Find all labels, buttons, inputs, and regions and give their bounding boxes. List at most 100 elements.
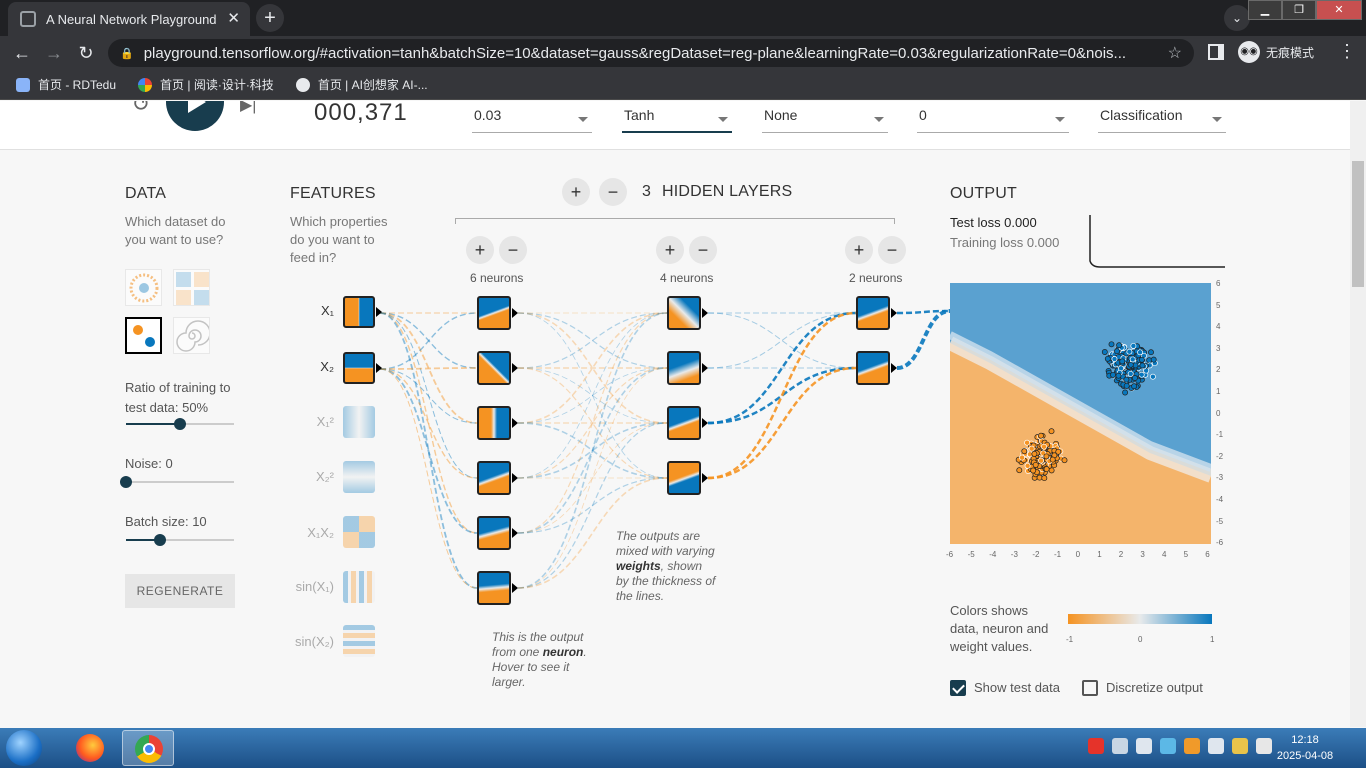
incognito-indicator[interactable]: ◉◉ 无痕模式 <box>1238 41 1314 63</box>
app-tray-icon[interactable] <box>1184 738 1200 754</box>
feature-sin-x2-box[interactable] <box>343 625 375 657</box>
feature-x2-box[interactable] <box>343 352 375 384</box>
taskbar-firefox[interactable] <box>64 730 116 766</box>
neuron-l2-3[interactable] <box>667 406 701 440</box>
weight-link[interactable] <box>707 311 857 480</box>
data-point <box>1129 356 1136 363</box>
weight-link[interactable] <box>379 368 478 424</box>
remove-layer-button[interactable]: − <box>599 178 627 206</box>
weight-link[interactable] <box>379 312 478 370</box>
discretize-output-checkbox[interactable] <box>1082 680 1098 696</box>
weight-link[interactable] <box>379 368 478 479</box>
browser-tab[interactable]: A Neural Network Playground ✕ <box>8 2 250 36</box>
address-bar[interactable]: 🔒 playground.tensorflow.org/#activation=… <box>108 39 1194 67</box>
show-test-data-label[interactable]: Show test data <box>974 680 1060 695</box>
x-tick-label: -3 <box>1010 550 1018 559</box>
loss-curve <box>1089 215 1225 268</box>
app-tray-icon[interactable] <box>1232 738 1248 754</box>
remove-neuron-button[interactable]: − <box>689 236 717 264</box>
remove-neuron-button[interactable]: − <box>499 236 527 264</box>
neuron-l1-1[interactable] <box>477 296 511 330</box>
add-neuron-button[interactable]: + <box>845 236 873 264</box>
neuron-port <box>702 308 708 318</box>
minimize-button[interactable]: ▁ <box>1248 0 1282 20</box>
neuron-l1-5[interactable] <box>477 516 511 550</box>
weight-link[interactable] <box>707 312 857 369</box>
data-point <box>1139 362 1146 369</box>
forward-arrow-icon[interactable]: → <box>42 41 66 65</box>
neuron-l2-4[interactable] <box>667 461 701 495</box>
scrollbar-thumb[interactable] <box>1352 161 1364 287</box>
weights-note-bold: weights <box>616 559 661 573</box>
window-close-button[interactable]: ✕ <box>1316 0 1362 20</box>
sogou-input-icon[interactable] <box>1088 738 1104 754</box>
bookmark-item[interactable]: 首页 | AI创想家 AI-... <box>295 76 428 93</box>
neuron-l3-2[interactable] <box>856 351 890 385</box>
neuron-port <box>512 418 518 428</box>
side-panel-icon[interactable] <box>1208 44 1224 60</box>
neuron-l1-2[interactable] <box>477 351 511 385</box>
system-clock[interactable]: 12:18 2025-04-08 <box>1270 732 1340 764</box>
feature-x2-squared-box[interactable] <box>343 461 375 493</box>
feature-x1-squared-box[interactable] <box>343 406 375 438</box>
weight-link[interactable] <box>379 367 478 370</box>
add-neuron-button[interactable]: + <box>466 236 494 264</box>
remove-neuron-button[interactable]: − <box>878 236 906 264</box>
neuron-l1-6[interactable] <box>477 571 511 605</box>
network-status-icon[interactable] <box>1112 738 1128 754</box>
feature-label-sin-x1: sin(X₁) <box>295 579 334 594</box>
clock-time: 12:18 <box>1291 734 1319 746</box>
weight-link[interactable] <box>707 312 857 369</box>
neuron-port <box>891 308 897 318</box>
feature-sin-x1-box[interactable] <box>343 571 375 603</box>
bookmark-star-icon[interactable]: ☆ <box>1168 43 1182 63</box>
hidden-layers-label: HIDDEN LAYERS <box>662 183 793 200</box>
feature-x1x2-box[interactable] <box>343 516 375 548</box>
page-scrollbar[interactable] <box>1350 101 1366 727</box>
weight-link[interactable] <box>379 368 478 534</box>
x-tick-label: -5 <box>967 550 975 559</box>
neuron-port <box>512 308 518 318</box>
bookmarks-bar: 首页 - RDTedu 首页 | 阅读·设计·科技 首页 | AI创想家 AI-… <box>0 70 1366 100</box>
browser-tab-strip: A Neural Network Playground ✕ + ⌄ ▁ ❐ ✕ <box>0 0 1366 36</box>
data-point <box>1021 448 1028 455</box>
back-arrow-icon[interactable]: ← <box>10 41 34 65</box>
neuron-l1-4[interactable] <box>477 461 511 495</box>
reload-icon[interactable]: ↻ <box>74 41 98 65</box>
output-heatmap[interactable] <box>950 283 1211 544</box>
maximize-button[interactable]: ❐ <box>1282 0 1316 20</box>
taskbar-chrome[interactable] <box>122 730 174 766</box>
data-point <box>1024 462 1031 469</box>
feature-label-x1x2: X₁X₂ <box>307 525 334 540</box>
new-tab-button[interactable]: + <box>256 4 284 32</box>
weights-note-text: The outputs are mixed with varying <box>616 529 715 558</box>
weight-link[interactable] <box>707 366 857 480</box>
tab-close-icon[interactable]: ✕ <box>227 9 240 27</box>
weight-link[interactable] <box>517 312 668 479</box>
show-test-data-checkbox[interactable] <box>950 680 966 696</box>
discretize-output-label[interactable]: Discretize output <box>1106 680 1203 695</box>
browser-toolbar: ← → ↻ 🔒 playground.tensorflow.org/#activ… <box>0 36 1366 70</box>
neuron-l3-1[interactable] <box>856 296 890 330</box>
neuron-l1-3[interactable] <box>477 406 511 440</box>
data-point <box>1122 389 1129 396</box>
tab-search-button[interactable]: ⌄ <box>1224 5 1250 31</box>
weight-link[interactable] <box>896 309 951 370</box>
data-point <box>1130 342 1137 349</box>
bookmark-item[interactable]: 首页 - RDTedu <box>16 76 116 93</box>
add-neuron-button[interactable]: + <box>656 236 684 264</box>
weight-link[interactable] <box>379 368 478 589</box>
volume-muted-icon[interactable] <box>1208 738 1224 754</box>
browser-menu-icon[interactable]: ⋮ <box>1338 41 1356 62</box>
speaker-icon[interactable] <box>1136 738 1152 754</box>
windows-taskbar: 12:18 2025-04-08 <box>0 728 1366 768</box>
app-tray-icon[interactable] <box>1160 738 1176 754</box>
bookmark-item[interactable]: 首页 | 阅读·设计·科技 <box>138 76 274 93</box>
neuron-port <box>512 363 518 373</box>
neuron-l2-2[interactable] <box>667 351 701 385</box>
add-layer-button[interactable]: + <box>562 178 590 206</box>
neuron-l2-1[interactable] <box>667 296 701 330</box>
windows-start-icon[interactable] <box>6 730 42 766</box>
feature-x1-box[interactable] <box>343 296 375 328</box>
data-point <box>1131 383 1138 390</box>
